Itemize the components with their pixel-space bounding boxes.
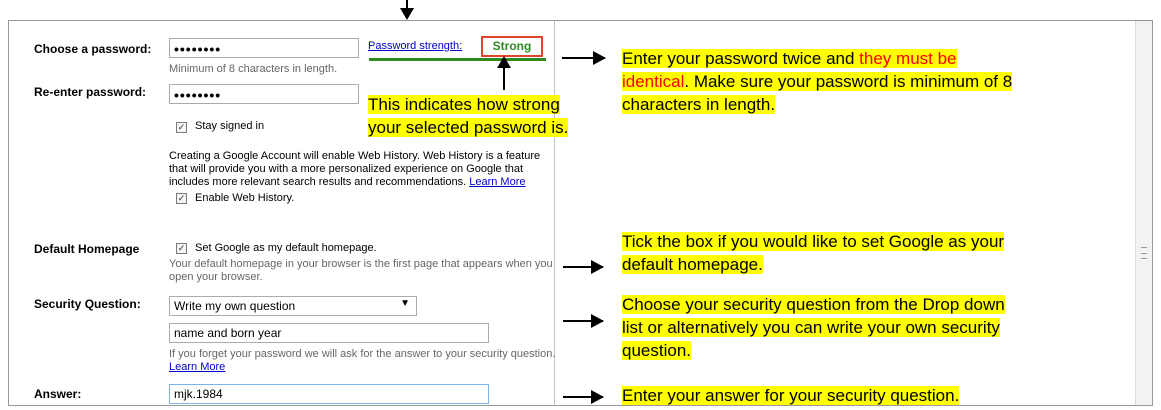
security-question-selected: Write my own question	[174, 299, 296, 313]
chevron-down-icon: ▼	[400, 298, 410, 309]
security-pointer-arrow	[563, 314, 604, 328]
security-learn-more-link[interactable]: Learn More	[169, 361, 225, 373]
reenter-password-input[interactable]: ••••••••	[169, 84, 359, 104]
homepage-note: Tick the box if you would like to set Go…	[622, 232, 1005, 274]
answer-pointer-arrow	[563, 390, 604, 404]
password-pointer-arrow	[562, 51, 606, 65]
enable-web-history-checkbox[interactable]: ✓	[176, 193, 187, 204]
choose-password-label: Choose a password:	[34, 42, 152, 56]
answer-note: Enter your answer for your security ques…	[622, 386, 960, 405]
web-history-text: Creating a Google Account will enable We…	[169, 150, 541, 188]
password-hint: Minimum of 8 characters in length.	[169, 63, 338, 75]
strength-pointer-arrow	[497, 56, 511, 90]
web-history-learn-more-link[interactable]: Learn More	[469, 176, 525, 188]
password-strength-badge: Strong	[481, 36, 543, 57]
answer-label: Answer:	[34, 387, 82, 401]
password-input[interactable]: ••••••••	[169, 38, 359, 58]
stay-signed-in-checkbox[interactable]: ✓	[176, 122, 187, 133]
set-homepage-checkbox[interactable]: ✓	[176, 243, 187, 254]
strength-note: This indicates how strong your selected …	[368, 95, 569, 137]
answer-input[interactable]: mjk.1984	[169, 384, 489, 404]
enable-web-history-label: Enable Web History.	[195, 192, 295, 204]
vertical-scrollbar[interactable]	[1135, 21, 1152, 405]
security-hint: If you forget your password we will ask …	[169, 348, 556, 373]
stay-signed-in-label: Stay signed in	[195, 120, 265, 132]
homepage-hint: Your default homepage in your browser is…	[169, 258, 553, 283]
security-note: Choose your security question from the D…	[622, 295, 1005, 360]
set-homepage-label: Set Google as my default homepage.	[195, 242, 377, 254]
default-homepage-label: Default Homepage	[34, 242, 140, 256]
security-question-dropdown[interactable]: Write my own question ▼	[169, 296, 417, 316]
reenter-password-label: Re-enter password:	[34, 85, 147, 99]
security-question-label: Security Question:	[34, 297, 141, 311]
scrollbar-grip-icon[interactable]	[1141, 247, 1147, 259]
password-strength-link[interactable]: Password strength:	[368, 40, 462, 52]
password-note: Enter your password twice and they must …	[622, 49, 1013, 114]
top-pointer-arrow	[400, 0, 414, 20]
custom-question-input[interactable]: name and born year	[169, 323, 489, 343]
homepage-pointer-arrow	[563, 260, 604, 274]
password-strength-bar	[369, 58, 546, 61]
